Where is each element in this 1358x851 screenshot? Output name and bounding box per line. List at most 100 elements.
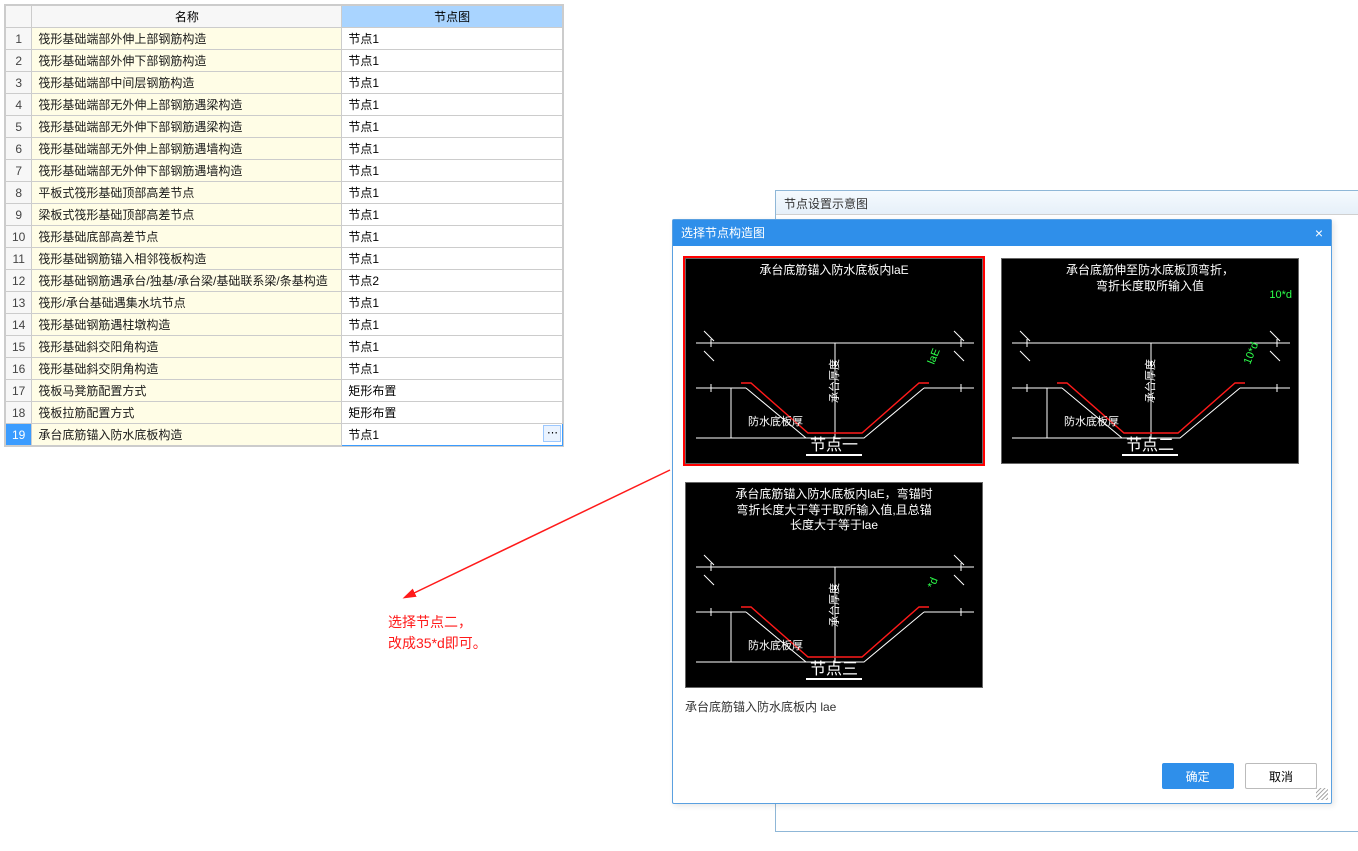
row-value[interactable]: 节点1	[342, 204, 563, 226]
row-index: 14	[6, 314, 32, 336]
svg-text:承台厚度: 承台厚度	[1143, 359, 1157, 403]
row-name: 承台底筋锚入防水底板构造	[32, 424, 342, 446]
table-row[interactable]: 19承台底筋锚入防水底板构造节点1⋯	[6, 424, 563, 446]
option-subtitle: 节点三	[686, 655, 982, 679]
row-value[interactable]: 节点1	[342, 336, 563, 358]
dialog-title-bar[interactable]: 选择节点构造图 ×	[673, 220, 1331, 246]
row-name: 筏形基础端部外伸下部钢筋构造	[32, 50, 342, 72]
row-index: 16	[6, 358, 32, 380]
table-row[interactable]: 18筏板拉筋配置方式矩形布置	[6, 402, 563, 424]
table-row[interactable]: 12筏形基础钢筋遇承台/独基/承台梁/基础联系梁/条基构造节点2	[6, 270, 563, 292]
col-idx-header	[6, 6, 32, 28]
table-row[interactable]: 4筏形基础端部无外伸上部钢筋遇梁构造节点1	[6, 94, 563, 116]
selected-option-desc: 承台底筋锚入防水底板内 lae	[685, 698, 1319, 715]
row-value[interactable]: 节点1	[342, 248, 563, 270]
row-value[interactable]: 节点1	[342, 182, 563, 204]
row-index: 3	[6, 72, 32, 94]
table-row[interactable]: 5筏形基础端部无外伸下部钢筋遇梁构造节点1	[6, 116, 563, 138]
svg-text:10*d: 10*d	[1242, 341, 1262, 366]
row-name: 筏形/承台基础遇集水坑节点	[32, 292, 342, 314]
svg-text:承台厚度: 承台厚度	[827, 359, 841, 403]
row-name: 筏形基础钢筋遇承台/独基/承台梁/基础联系梁/条基构造	[32, 270, 342, 292]
row-name: 筏形基础端部无外伸上部钢筋遇墙构造	[32, 138, 342, 160]
row-value[interactable]: 矩形布置	[342, 402, 563, 424]
row-index: 18	[6, 402, 32, 424]
svg-text:防水底板厚: 防水底板厚	[748, 414, 803, 428]
svg-text:laE: laE	[926, 347, 943, 366]
table-row[interactable]: 6筏形基础端部无外伸上部钢筋遇墙构造节点1	[6, 138, 563, 160]
row-index: 13	[6, 292, 32, 314]
row-name: 梁板式筏形基础顶部高差节点	[32, 204, 342, 226]
table-row[interactable]: 7筏形基础端部无外伸下部钢筋遇墙构造节点1	[6, 160, 563, 182]
option-title: 承台底筋锚入防水底板内laE，弯锚时 弯折长度大于等于取所输入值,且总锚 长度大…	[686, 483, 982, 538]
table-row[interactable]: 16筏形基础斜交阴角构造节点1	[6, 358, 563, 380]
row-name: 筏形基础端部外伸上部钢筋构造	[32, 28, 342, 50]
node-option-2[interactable]: 10*d承台底筋伸至防水底板顶弯折， 弯折长度取所输入值 防水底板厚 承台厚度 …	[1001, 258, 1299, 464]
row-value[interactable]: 节点1	[342, 292, 563, 314]
row-value[interactable]: 节点1	[342, 72, 563, 94]
row-name: 筏形基础底部高差节点	[32, 226, 342, 248]
row-value[interactable]: 节点1	[342, 28, 563, 50]
cancel-button[interactable]: 取消	[1245, 763, 1317, 789]
option-subtitle: 节点二	[1002, 431, 1298, 455]
dialog-title: 选择节点构造图	[681, 226, 765, 240]
col-val-header[interactable]: 节点图	[342, 6, 563, 28]
row-index: 5	[6, 116, 32, 138]
row-value[interactable]: 节点1	[342, 226, 563, 248]
table-row[interactable]: 9梁板式筏形基础顶部高差节点节点1	[6, 204, 563, 226]
svg-text:承台厚度: 承台厚度	[827, 583, 841, 627]
row-index: 7	[6, 160, 32, 182]
row-index: 1	[6, 28, 32, 50]
row-name: 筏形基础端部中间层钢筋构造	[32, 72, 342, 94]
row-value[interactable]: 节点1	[342, 160, 563, 182]
row-index: 2	[6, 50, 32, 72]
row-index: 10	[6, 226, 32, 248]
node-option-3[interactable]: 承台底筋锚入防水底板内laE，弯锚时 弯折长度大于等于取所输入值,且总锚 长度大…	[685, 482, 983, 688]
option-subtitle: 节点一	[686, 431, 982, 455]
row-name: 筏形基础钢筋锚入相邻筏板构造	[32, 248, 342, 270]
row-name: 筏形基础端部无外伸上部钢筋遇梁构造	[32, 94, 342, 116]
row-index: 4	[6, 94, 32, 116]
option-title: 承台底筋伸至防水底板顶弯折， 弯折长度取所输入值	[1002, 259, 1298, 298]
table-row[interactable]: 11筏形基础钢筋锚入相邻筏板构造节点1	[6, 248, 563, 270]
open-dialog-button[interactable]: ⋯	[543, 425, 561, 442]
row-name: 筏形基础端部无外伸下部钢筋遇墙构造	[32, 160, 342, 182]
row-index: 8	[6, 182, 32, 204]
row-value[interactable]: 节点1	[342, 94, 563, 116]
row-index: 19	[6, 424, 32, 446]
svg-text:防水底板厚: 防水底板厚	[1064, 414, 1119, 428]
table-row[interactable]: 3筏形基础端部中间层钢筋构造节点1	[6, 72, 563, 94]
table-row[interactable]: 2筏形基础端部外伸下部钢筋构造节点1	[6, 50, 563, 72]
row-index: 15	[6, 336, 32, 358]
row-index: 9	[6, 204, 32, 226]
row-value[interactable]: 节点1	[342, 358, 563, 380]
row-index: 17	[6, 380, 32, 402]
table-row[interactable]: 13筏形/承台基础遇集水坑节点节点1	[6, 292, 563, 314]
node-option-1[interactable]: 承台底筋锚入防水底板内laE 防水底板厚 承台厚度 laE 节点一	[685, 258, 983, 464]
row-index: 6	[6, 138, 32, 160]
row-value[interactable]: 节点1	[342, 138, 563, 160]
table-row[interactable]: 17筏板马凳筋配置方式矩形布置	[6, 380, 563, 402]
settings-table: 名称 节点图 1筏形基础端部外伸上部钢筋构造节点12筏形基础端部外伸下部钢筋构造…	[4, 4, 564, 447]
annotation-text: 选择节点二， 改成35*d即可。	[388, 612, 487, 654]
row-value[interactable]: 节点1	[342, 116, 563, 138]
row-value[interactable]: 矩形布置	[342, 380, 563, 402]
table-row[interactable]: 8平板式筏形基础顶部高差节点节点1	[6, 182, 563, 204]
row-value[interactable]: 节点1	[342, 314, 563, 336]
row-index: 12	[6, 270, 32, 292]
option-title: 承台底筋锚入防水底板内laE	[686, 259, 982, 283]
table-row[interactable]: 15筏形基础斜交阳角构造节点1	[6, 336, 563, 358]
row-value[interactable]: 节点1	[342, 50, 563, 72]
table-row[interactable]: 1筏形基础端部外伸上部钢筋构造节点1	[6, 28, 563, 50]
row-index: 11	[6, 248, 32, 270]
table-row[interactable]: 10筏形基础底部高差节点节点1	[6, 226, 563, 248]
row-name: 筏形基础钢筋遇柱墩构造	[32, 314, 342, 336]
table-row[interactable]: 14筏形基础钢筋遇柱墩构造节点1	[6, 314, 563, 336]
row-value[interactable]: 节点1⋯	[342, 424, 563, 446]
row-value[interactable]: 节点2	[342, 270, 563, 292]
resize-grip-icon[interactable]	[1316, 788, 1328, 800]
close-icon[interactable]: ×	[1315, 220, 1323, 246]
row-name: 筏形基础端部无外伸下部钢筋遇梁构造	[32, 116, 342, 138]
ok-button[interactable]: 确定	[1162, 763, 1234, 789]
svg-text:*d: *d	[926, 576, 941, 590]
